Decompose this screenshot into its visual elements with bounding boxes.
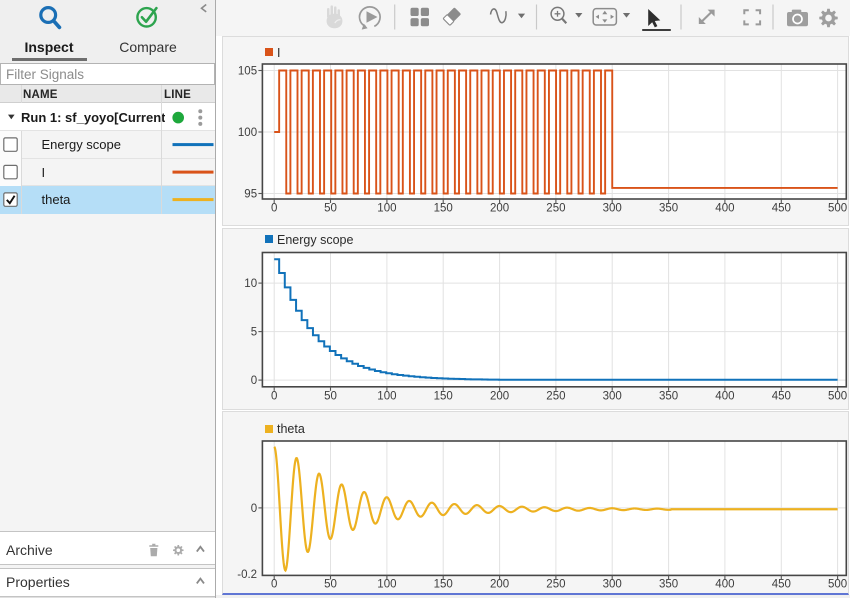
- svg-text:300: 300: [603, 203, 622, 215]
- svg-text:350: 350: [659, 203, 678, 215]
- svg-text:50: 50: [324, 390, 337, 402]
- svg-text:0: 0: [271, 579, 277, 591]
- svg-text:200: 200: [490, 579, 509, 591]
- svg-text:100: 100: [238, 127, 257, 139]
- svg-text:-0.2: -0.2: [237, 569, 257, 581]
- svg-text:10: 10: [244, 278, 257, 290]
- svg-text:0: 0: [271, 390, 277, 402]
- svg-text:100: 100: [377, 390, 396, 402]
- svg-text:500: 500: [828, 579, 847, 591]
- svg-text:100: 100: [377, 203, 396, 215]
- svg-text:150: 150: [434, 390, 453, 402]
- svg-text:0: 0: [251, 503, 257, 515]
- svg-text:350: 350: [659, 579, 678, 591]
- svg-text:350: 350: [659, 390, 678, 402]
- svg-text:300: 300: [603, 579, 622, 591]
- svg-text:5: 5: [251, 327, 257, 339]
- svg-text:50: 50: [324, 579, 337, 591]
- svg-text:400: 400: [715, 579, 734, 591]
- svg-text:100: 100: [377, 579, 396, 591]
- svg-text:0: 0: [251, 375, 257, 387]
- svg-text:400: 400: [715, 390, 734, 402]
- svg-text:150: 150: [434, 579, 453, 591]
- svg-text:50: 50: [324, 203, 337, 215]
- svg-text:450: 450: [772, 390, 791, 402]
- svg-text:500: 500: [828, 390, 847, 402]
- svg-text:95: 95: [244, 189, 257, 201]
- svg-text:150: 150: [434, 203, 453, 215]
- svg-text:250: 250: [546, 390, 565, 402]
- svg-text:500: 500: [828, 203, 847, 215]
- svg-text:250: 250: [546, 579, 565, 591]
- svg-text:200: 200: [490, 203, 509, 215]
- svg-text:450: 450: [772, 579, 791, 591]
- svg-text:0: 0: [271, 203, 277, 215]
- svg-text:400: 400: [715, 203, 734, 215]
- svg-text:450: 450: [772, 203, 791, 215]
- svg-text:250: 250: [546, 203, 565, 215]
- svg-text:200: 200: [490, 390, 509, 402]
- svg-text:300: 300: [603, 390, 622, 402]
- svg-text:105: 105: [238, 66, 257, 78]
